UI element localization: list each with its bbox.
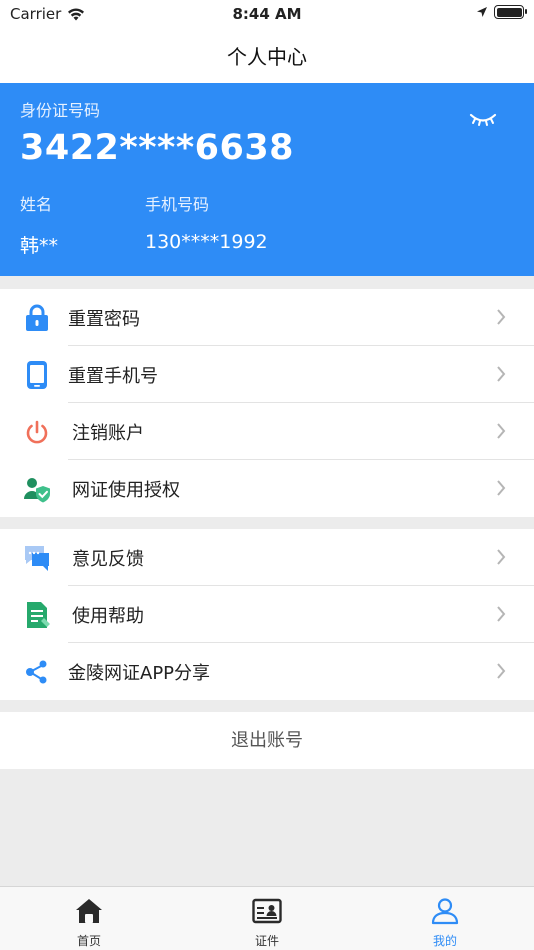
id-card-icon [252, 898, 282, 924]
chat-icon [25, 546, 49, 571]
location-arrow-icon [477, 7, 487, 17]
chevron-right-icon [497, 480, 506, 496]
tab-mine[interactable]: 我的 [356, 887, 534, 950]
chevron-right-icon [497, 663, 506, 679]
deactivate-account-item[interactable]: 注销账户 [0, 403, 534, 460]
tab-certificates[interactable]: 证件 [178, 887, 356, 950]
feedback-label: 意见反馈 [72, 549, 144, 570]
tab-bar: 首页 证件 我的 [0, 886, 534, 950]
id-number-value: 3422****6638 [20, 128, 295, 168]
feedback-item[interactable]: 意见反馈 [0, 529, 534, 586]
page-title: 个人中心 [227, 45, 307, 69]
logout-button[interactable]: 退出账号 [0, 712, 534, 769]
battery-icon [494, 5, 527, 19]
help-item[interactable]: 使用帮助 [0, 586, 534, 643]
reset-password-label: 重置密码 [68, 309, 140, 330]
home-icon [76, 899, 102, 923]
status-right [476, 5, 527, 19]
account-settings-group: 重置密码 重置手机号 注销账户 网证使用授权 [0, 289, 534, 517]
eye-closed-icon[interactable] [468, 110, 498, 128]
deactivate-account-label: 注销账户 [72, 423, 144, 444]
reset-phone-label: 重置手机号 [68, 366, 158, 387]
name-label: 姓名 [20, 195, 53, 214]
authorization-label: 网证使用授权 [72, 480, 180, 501]
tab-mine-label: 我的 [432, 934, 457, 948]
identity-card: 身份证号码 3422****6638 姓名 手机号码 韩** 130****19… [0, 83, 534, 276]
share-app-label: 金陵网证APP分享 [68, 663, 211, 684]
authorization-item[interactable]: 网证使用授权 [0, 460, 534, 517]
status-time: 8:44 AM [232, 5, 302, 23]
share-app-item[interactable]: 金陵网证APP分享 [0, 643, 534, 700]
person-icon [431, 898, 459, 925]
tab-home[interactable]: 首页 [0, 887, 178, 950]
support-group: 意见反馈 使用帮助 金陵网证APP分享 [0, 529, 534, 700]
lock-icon [26, 304, 48, 331]
help-label: 使用帮助 [72, 606, 144, 627]
chevron-right-icon [497, 366, 506, 382]
power-icon [26, 420, 48, 444]
tab-certificates-label: 证件 [254, 934, 279, 948]
reset-password-item[interactable]: 重置密码 [0, 289, 534, 346]
phone-icon [27, 361, 47, 389]
reset-phone-item[interactable]: 重置手机号 [0, 346, 534, 403]
document-icon [27, 602, 50, 628]
chevron-right-icon [497, 549, 506, 565]
navigation-bar: 个人中心 [0, 28, 534, 83]
tab-home-label: 首页 [76, 934, 101, 948]
chevron-right-icon [497, 423, 506, 439]
share-icon [26, 660, 47, 684]
status-bar: Carrier 8:44 AM [0, 0, 534, 28]
phone-label: 手机号码 [145, 195, 210, 214]
chevron-right-icon [497, 606, 506, 622]
chevron-right-icon [497, 309, 506, 325]
name-value: 韩** [20, 235, 59, 257]
user-shield-icon [24, 478, 50, 503]
phone-value: 130****1992 [145, 231, 268, 253]
id-number-label: 身份证号码 [20, 101, 101, 120]
